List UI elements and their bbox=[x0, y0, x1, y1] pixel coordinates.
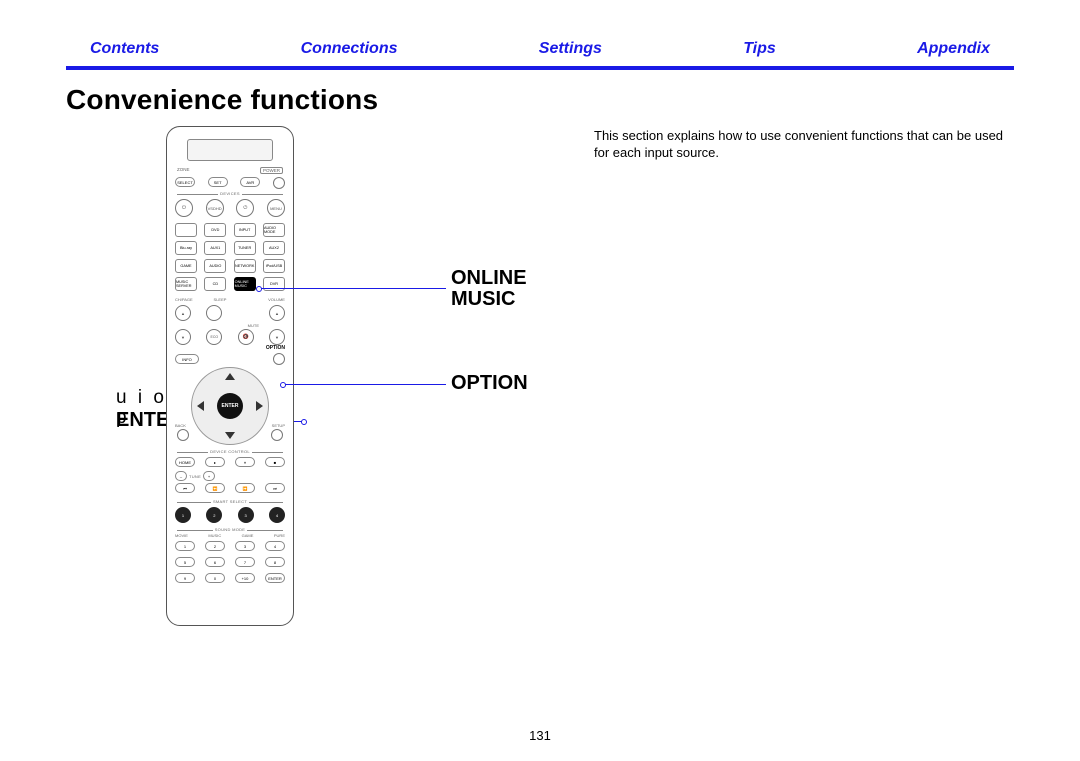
remote-dev4: MENU bbox=[267, 199, 285, 217]
remote-dev3: ⏻ bbox=[236, 199, 254, 217]
remote-option-label: OPTION bbox=[266, 345, 285, 351]
top-nav: Contents Connections Settings Tips Appen… bbox=[66, 36, 1014, 62]
nav-appendix[interactable]: Appendix bbox=[917, 40, 990, 58]
remote-dev1: ⏻ bbox=[175, 199, 193, 217]
remote-dev2: VSDHD bbox=[206, 199, 224, 217]
remote-option-button bbox=[273, 353, 285, 365]
remote-dpad: ENTER bbox=[191, 367, 269, 445]
header-rule bbox=[66, 66, 1014, 70]
remote-control-illustration: ZONE POWER SELECT SET AVR DEVICES bbox=[166, 126, 294, 626]
nav-settings[interactable]: Settings bbox=[539, 40, 602, 58]
page-title: Convenience functions bbox=[66, 84, 1014, 116]
remote-select-button: SELECT bbox=[175, 177, 195, 187]
section-description: This section explains how to use conveni… bbox=[594, 128, 1014, 162]
nav-connections[interactable]: Connections bbox=[301, 40, 398, 58]
remote-power-button bbox=[273, 177, 285, 189]
page-number: 131 bbox=[0, 728, 1080, 743]
mute-icon: 🔇 bbox=[238, 329, 254, 345]
remote-set-button: SET bbox=[208, 177, 228, 187]
remote-avr-button: AVR bbox=[240, 177, 260, 187]
nav-contents[interactable]: Contents bbox=[90, 40, 159, 58]
remote-enter-button: ENTER bbox=[217, 393, 243, 419]
nav-tips[interactable]: Tips bbox=[743, 40, 776, 58]
remote-online-music-button: ONLINE MUSIC bbox=[234, 277, 256, 291]
callout-option: OPTION bbox=[451, 373, 528, 394]
callout-online-music: ONLINE MUSIC bbox=[451, 268, 527, 310]
